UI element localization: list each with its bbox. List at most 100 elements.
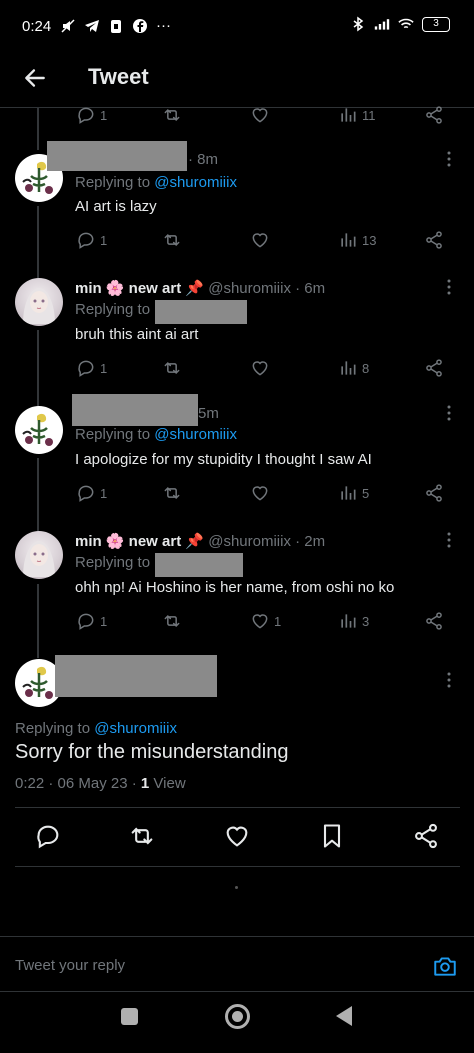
views-icon [341,614,356,628]
status-time: 0:24 [22,18,52,35]
heart-icon [252,486,268,501]
focused-tweet-text: Sorry for the misunderstanding [15,741,289,763]
reply-icon[interactable] [34,822,62,850]
replying-to: Replying to [75,301,151,318]
like-button[interactable] [250,104,270,126]
reply-icon [78,485,94,502]
display-name[interactable]: min 🌸 new art 📌 [75,533,204,550]
more-options-icon[interactable] [446,532,452,548]
reply-icon [78,107,94,124]
retweet-icon [164,361,180,375]
handle-time: @shuromiiix · 6m [208,280,326,297]
redacted-name [72,394,198,426]
reply-button[interactable]: 1 [76,229,107,251]
retweet-button[interactable] [162,357,182,379]
reply-composer[interactable]: Tweet your reply [0,936,474,992]
more-options-icon[interactable] [446,405,452,421]
views-icon [341,233,356,247]
bookmark-icon[interactable] [318,822,346,850]
retweet-button[interactable] [162,229,182,251]
tweet-actions: 1 1 3 [76,610,448,632]
share-button[interactable] [424,482,444,504]
view-count[interactable]: 1 [141,775,149,792]
retweet-icon[interactable] [128,822,156,850]
avatar[interactable] [15,278,63,326]
divider [15,866,460,867]
tweet-actions: 1 5 [76,482,448,504]
retweet-icon [164,486,180,500]
mention-link[interactable]: @shuromiiix [154,426,237,443]
status-bar: 0:24 ··· 3 [0,0,474,52]
share-button[interactable] [424,104,444,126]
handle-time: @shuromiiix · 2m [208,533,326,550]
replying-to: Replying to @shuromiiix [75,426,237,443]
tweet-actions: 1 11 [76,104,448,126]
tweet-actions: 1 13 [76,229,448,251]
heart-icon[interactable] [223,822,251,850]
redacted-name [47,141,187,171]
views-button[interactable]: 11 [338,104,376,126]
system-navigation-bar [0,992,474,1053]
like-button[interactable] [250,357,274,379]
display-name[interactable]: min 🌸 new art 📌 [75,280,204,297]
retweet-button[interactable] [162,610,182,632]
share-icon [426,612,442,630]
reply-button[interactable]: 1 [76,482,107,504]
more-options-icon[interactable] [446,151,452,167]
telegram-icon [85,19,99,32]
tweet-text: bruh this aint ai art [75,326,199,343]
page-title: Tweet [88,64,149,89]
replying-to: Replying to [75,554,151,571]
reply-input[interactable]: Tweet your reply [15,957,125,974]
reply-button[interactable]: 1 [76,610,107,632]
share-icon[interactable] [412,822,440,850]
heart-icon [252,233,268,248]
home-button[interactable] [225,1004,250,1029]
mention-link[interactable]: @shuromiiix [94,720,177,737]
views-button[interactable]: 13 [338,229,376,251]
views-button[interactable]: 3 [338,610,369,632]
tweet-time: 5m [198,405,219,422]
camera-icon[interactable] [432,953,458,979]
reply-button[interactable]: 1 [76,357,107,379]
back-button[interactable] [336,1006,352,1026]
like-button[interactable] [250,482,274,504]
recents-button[interactable] [121,1008,138,1025]
retweet-button[interactable] [162,104,182,126]
views-button[interactable]: 5 [338,482,369,504]
mute-icon [61,18,75,33]
like-button[interactable] [250,229,274,251]
tweet-timestamp: 0:22 · 06 May 23 · 1 View [15,775,186,792]
tweet-text: AI art is lazy [75,198,157,215]
share-button[interactable] [424,610,444,632]
reply-button[interactable]: 1 [76,104,107,126]
heart-icon [252,108,268,123]
views-icon [341,361,356,375]
redacted-handle [155,300,247,324]
bluetooth-icon [353,16,364,32]
clipboard-icon [111,19,121,33]
redacted-handle [155,553,243,577]
mention-link[interactable]: @shuromiiix [154,174,237,191]
share-button[interactable] [424,357,444,379]
tweet-reply[interactable]: 5m Replying to @shuromiiix I apologize f… [0,394,474,522]
avatar[interactable] [15,531,63,579]
replying-to: Replying to @shuromiiix [75,174,237,191]
back-arrow-icon[interactable] [22,65,48,91]
avatar[interactable] [15,406,63,454]
like-button[interactable]: 1 [250,610,281,632]
more-options-icon[interactable] [446,279,452,295]
focused-tweet-actions [0,822,474,852]
share-button[interactable] [424,229,444,251]
tweet-time: · 8m [188,151,218,168]
views-button[interactable]: 8 [338,357,369,379]
share-icon [426,106,442,124]
signal-icon [374,19,390,30]
reply-icon [78,232,94,249]
redacted-name [55,655,217,697]
tweet-actions: 1 8 [76,357,448,379]
views-icon [341,486,356,500]
retweet-button[interactable] [162,482,182,504]
more-notifications-icon: ··· [156,17,171,34]
more-options-icon[interactable] [446,672,452,688]
